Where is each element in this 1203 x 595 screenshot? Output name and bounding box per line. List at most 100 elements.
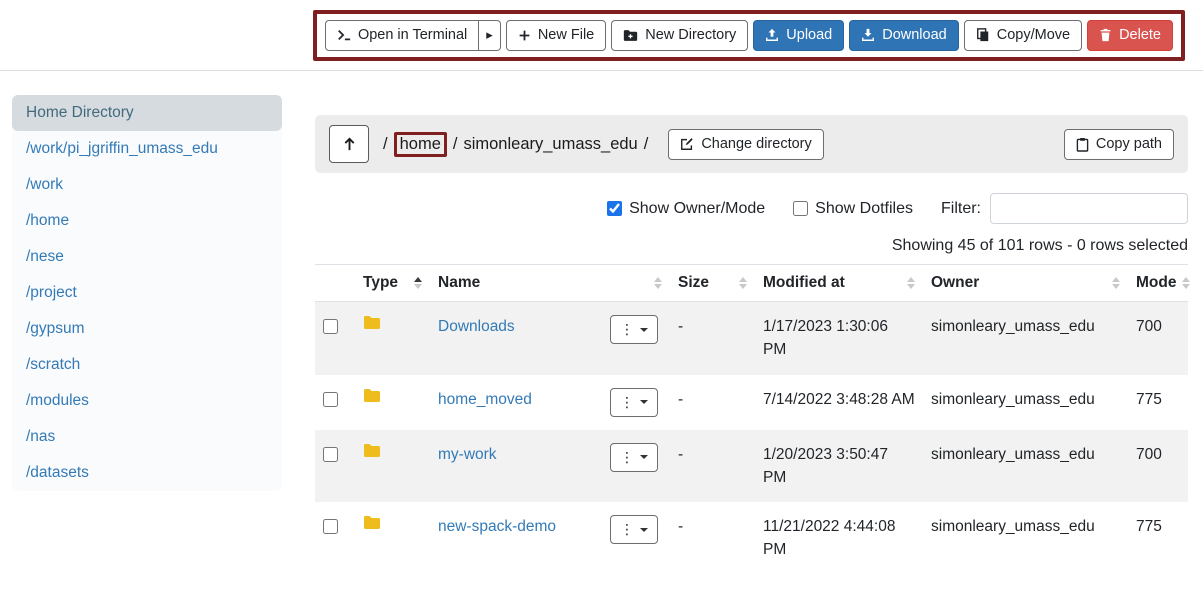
upload-label: Upload xyxy=(786,27,832,43)
open-in-terminal-group: Open in Terminal ▸ xyxy=(325,20,501,51)
download-label: Download xyxy=(882,27,947,43)
sidebar-item-home-directory[interactable]: Home Directory xyxy=(12,95,282,131)
filter-input[interactable] xyxy=(990,193,1188,224)
folder-icon xyxy=(363,388,422,403)
column-header-type[interactable]: Type xyxy=(355,265,430,302)
open-in-terminal-label: Open in Terminal xyxy=(358,27,467,43)
sort-icons xyxy=(414,277,422,289)
change-directory-button[interactable]: Change directory xyxy=(668,129,823,160)
copy-move-label: Copy/Move xyxy=(997,27,1070,43)
folder-icon xyxy=(363,315,422,330)
row-select-checkbox[interactable] xyxy=(323,519,338,534)
sidebar-item-label: /nese xyxy=(26,248,64,265)
file-owner: simonleary_umass_edu xyxy=(923,302,1128,375)
file-size: - xyxy=(670,502,755,575)
file-name-link[interactable]: home_moved xyxy=(438,391,532,408)
column-header-label: Owner xyxy=(931,274,979,292)
column-header-label: Size xyxy=(678,274,709,292)
sidebar-item-work[interactable]: /work xyxy=(12,167,282,203)
sort-icons xyxy=(1112,277,1120,289)
sidebar-item-datasets[interactable]: /datasets xyxy=(12,455,282,491)
file-browser-main: / home / simonleary_umass_edu / Change d… xyxy=(315,95,1188,575)
file-row: my-work ⋮ - 1/20/2023 3:50:47 PM simonle… xyxy=(315,430,1188,503)
row-select-checkbox[interactable] xyxy=(323,392,338,407)
open-in-terminal-button[interactable]: Open in Terminal xyxy=(325,20,479,51)
column-header-label: Modified at xyxy=(763,274,845,292)
sidebar-item-home[interactable]: /home xyxy=(12,203,282,239)
current-path: / home / simonleary_umass_edu / xyxy=(383,132,648,157)
kebab-menu-icon: ⋮ xyxy=(620,321,634,338)
show-owner-mode-checkbox[interactable] xyxy=(607,201,622,216)
sidebar-item-project[interactable]: /project xyxy=(12,275,282,311)
row-select-checkbox[interactable] xyxy=(323,319,338,334)
file-actions-toolbar: Open in Terminal ▸ New File New Director… xyxy=(325,20,1173,51)
folder-plus-icon xyxy=(623,29,638,42)
row-actions-dropdown[interactable]: ⋮ xyxy=(610,315,658,344)
download-button[interactable]: Download xyxy=(849,20,959,51)
column-header-mode[interactable]: Mode xyxy=(1128,265,1188,302)
sidebar-item-label: /datasets xyxy=(26,464,89,481)
file-size: - xyxy=(670,375,755,430)
path-slash: / xyxy=(383,135,388,154)
new-file-label: New File xyxy=(538,27,594,43)
copy-move-button[interactable]: Copy/Move xyxy=(964,20,1082,51)
file-name-link[interactable]: my-work xyxy=(438,446,497,463)
sidebar-item-nas[interactable]: /nas xyxy=(12,419,282,455)
new-file-button[interactable]: New File xyxy=(506,20,606,51)
sidebar-item-gypsum[interactable]: /gypsum xyxy=(12,311,282,347)
file-modified: 1/17/2023 1:30:06 PM xyxy=(755,302,923,375)
sidebar-list: Home Directory /work/pi_jgriffin_umass_e… xyxy=(12,95,282,491)
path-segment-home[interactable]: home xyxy=(400,135,441,153)
sort-icons xyxy=(907,277,915,289)
sidebar-item-label: /home xyxy=(26,212,69,229)
path-slash: / xyxy=(453,135,458,154)
file-name-link[interactable]: Downloads xyxy=(438,318,515,335)
sidebar-item-nese[interactable]: /nese xyxy=(12,239,282,275)
caret-down-icon xyxy=(640,528,648,532)
file-modified: 1/20/2023 3:50:47 PM xyxy=(755,430,923,503)
file-mode: 700 xyxy=(1128,430,1188,503)
column-header-size[interactable]: Size xyxy=(670,265,755,302)
sidebar-item-label: /gypsum xyxy=(26,320,85,337)
path-slash: / xyxy=(644,135,649,154)
plus-icon xyxy=(518,29,531,42)
arrow-up-icon xyxy=(342,136,357,152)
row-select-checkbox[interactable] xyxy=(323,447,338,462)
row-actions-dropdown[interactable]: ⋮ xyxy=(610,443,658,472)
table-options-row: Show Owner/Mode Show Dotfiles Filter: xyxy=(315,193,1188,224)
show-owner-mode-toggle[interactable]: Show Owner/Mode xyxy=(607,200,765,218)
edit-icon xyxy=(680,137,694,151)
favorites-sidebar: Home Directory /work/pi_jgriffin_umass_e… xyxy=(12,95,282,491)
sidebar-item-scratch[interactable]: /scratch xyxy=(12,347,282,383)
show-dotfiles-toggle[interactable]: Show Dotfiles xyxy=(793,200,913,218)
file-modified: 7/14/2022 3:48:28 AM xyxy=(755,375,923,430)
sort-icons xyxy=(654,277,662,289)
column-header-owner[interactable]: Owner xyxy=(923,265,1128,302)
copy-path-button[interactable]: Copy path xyxy=(1064,129,1174,160)
sidebar-item-label: /work/pi_jgriffin_umass_edu xyxy=(26,140,218,157)
delete-label: Delete xyxy=(1119,27,1161,43)
open-in-terminal-dropdown-toggle[interactable]: ▸ xyxy=(479,20,501,51)
row-actions-dropdown[interactable]: ⋮ xyxy=(610,388,658,417)
sidebar-item-label: /project xyxy=(26,284,77,301)
upload-button[interactable]: Upload xyxy=(753,20,844,51)
go-up-directory-button[interactable] xyxy=(329,125,369,163)
column-header-name[interactable]: Name xyxy=(430,265,670,302)
change-directory-label: Change directory xyxy=(701,136,811,152)
row-actions-dropdown[interactable]: ⋮ xyxy=(610,515,658,544)
column-header-modified-at[interactable]: Modified at xyxy=(755,265,923,302)
file-name-link[interactable]: new-spack-demo xyxy=(438,518,556,535)
copy-icon xyxy=(976,28,990,42)
delete-button[interactable]: Delete xyxy=(1087,20,1173,51)
path-segment-user[interactable]: simonleary_umass_edu xyxy=(463,135,637,154)
sidebar-item-work-pi-jgriffin-umass-edu[interactable]: /work/pi_jgriffin_umass_edu xyxy=(12,131,282,167)
filter-group: Filter: xyxy=(941,193,1188,224)
new-directory-button[interactable]: New Directory xyxy=(611,20,748,51)
sidebar-item-label: /nas xyxy=(26,428,55,445)
file-row: new-spack-demo ⋮ - 11/21/2022 4:44:08 PM… xyxy=(315,502,1188,575)
sidebar-item-modules[interactable]: /modules xyxy=(12,383,282,419)
page-content: Home Directory /work/pi_jgriffin_umass_e… xyxy=(0,71,1203,575)
file-owner: simonleary_umass_edu xyxy=(923,430,1128,503)
show-dotfiles-checkbox[interactable] xyxy=(793,201,808,216)
caret-down-icon xyxy=(640,455,648,459)
